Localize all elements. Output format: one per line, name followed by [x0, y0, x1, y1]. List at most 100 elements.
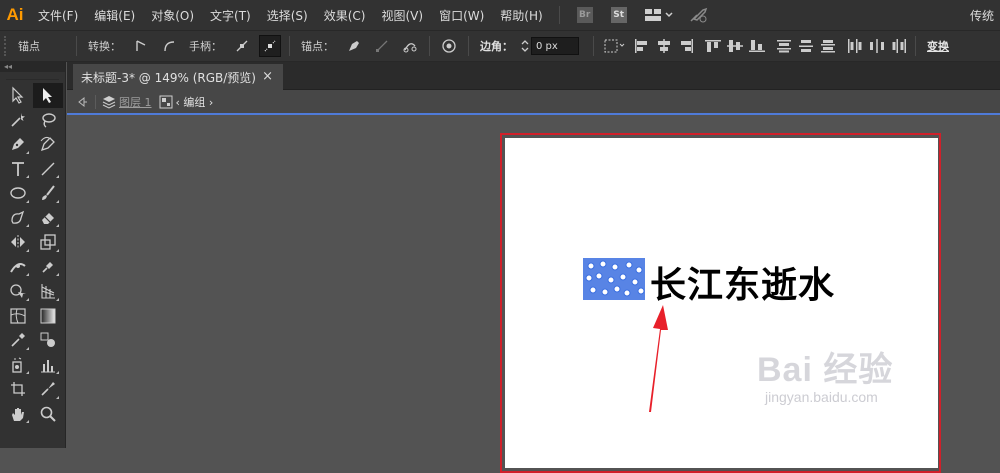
handles-label: 手柄：: [189, 40, 222, 53]
arrange-documents-button[interactable]: [642, 5, 676, 25]
convert-to-smooth-button[interactable]: [158, 35, 180, 57]
hide-handles-button[interactable]: [259, 35, 281, 57]
document-tab[interactable]: 未标题-3* @ 149% (RGB/预览) ×: [73, 64, 283, 90]
align-top-icon[interactable]: [705, 39, 721, 53]
width-tool[interactable]: [3, 255, 33, 280]
handles-icon: [236, 40, 248, 52]
isolate-object-button[interactable]: [438, 35, 460, 57]
curvature-pen-icon: [40, 137, 55, 152]
magic-wand-tool[interactable]: [3, 108, 33, 133]
smooth-point-icon: [164, 41, 175, 52]
menu-window[interactable]: 窗口(W): [431, 7, 492, 24]
convert-to-corner-button[interactable]: [130, 35, 152, 57]
align-to-button[interactable]: [602, 35, 628, 57]
corner-radius-input[interactable]: 0 px: [531, 37, 579, 55]
artboard-text[interactable]: 长江东逝水: [650, 256, 835, 308]
tool-group-indicator: [56, 248, 59, 252]
isolation-mode-bar: 图层 1 ‹ 编组 ›: [67, 90, 1000, 115]
align-horizontal-center-icon[interactable]: [656, 39, 672, 53]
hand-tool[interactable]: [3, 402, 33, 427]
hand-icon: [12, 407, 24, 421]
blend-tool[interactable]: [33, 328, 63, 353]
workspace-switcher[interactable]: 传统: [970, 0, 1000, 30]
back-arrow-icon[interactable]: [75, 95, 89, 109]
pen-icon: [12, 138, 24, 151]
distribute-horizontal-center-icon[interactable]: [869, 39, 885, 53]
mesh-tool[interactable]: [3, 304, 33, 329]
control-bar: 锚点 转换： 手柄： 锚点： 边角： 0 px 变换: [0, 30, 1000, 62]
scale-icon: [40, 234, 56, 250]
distribute-left-icon[interactable]: [847, 39, 863, 53]
perspective-grid-tool[interactable]: [33, 279, 63, 304]
column-graph-icon: [41, 359, 55, 373]
menu-object[interactable]: 对象(O): [143, 7, 202, 24]
tool-group-indicator: [26, 248, 29, 252]
document-tab-title: 未标题-3* @ 149% (RGB/预览): [81, 70, 256, 85]
align-bottom-icon[interactable]: [749, 39, 765, 53]
distribute-vertical-center-icon[interactable]: [798, 39, 814, 53]
gradient-tool[interactable]: [33, 304, 63, 329]
control-divider: [76, 36, 77, 56]
connect-anchors-button[interactable]: [371, 35, 393, 57]
lasso-tool[interactable]: [33, 108, 63, 133]
stock-button[interactable]: St: [608, 5, 630, 25]
ellipse-tool[interactable]: [3, 181, 33, 206]
tool-group-indicator: [26, 273, 29, 276]
menu-effect[interactable]: 效果(C): [316, 7, 374, 24]
direct-selection-tool[interactable]: [33, 83, 63, 108]
line-segment-tool[interactable]: [33, 157, 63, 182]
type-tool[interactable]: [3, 157, 33, 182]
tool-group-indicator: [56, 273, 59, 276]
curvature-tool[interactable]: [33, 132, 63, 157]
bridge-button[interactable]: Br: [574, 5, 596, 25]
distribute-top-icon[interactable]: [776, 39, 792, 53]
shaper-tool[interactable]: [3, 206, 33, 231]
layers-icon: [102, 95, 116, 109]
distribute-right-icon[interactable]: [891, 39, 907, 53]
align-left-icon[interactable]: [634, 39, 650, 53]
pin-icon: [42, 261, 53, 273]
paintbrush-tool[interactable]: [33, 181, 63, 206]
connect-path-icon: [376, 40, 388, 52]
breadcrumb-layer[interactable]: 图层 1: [116, 94, 155, 110]
tools-panel-collapse[interactable]: ◂◂: [0, 62, 65, 72]
align-to-selection-icon: [604, 39, 625, 53]
eyedropper-tool[interactable]: [3, 328, 33, 353]
menu-select[interactable]: 选择(S): [259, 7, 316, 24]
cut-path-button[interactable]: [399, 35, 421, 57]
close-icon[interactable]: ×: [262, 69, 273, 84]
control-bar-grip[interactable]: [4, 36, 12, 56]
transform-button[interactable]: 变换: [921, 38, 955, 54]
artboard[interactable]: 长江东逝水: [505, 138, 938, 468]
align-vertical-center-icon[interactable]: [727, 39, 743, 53]
tools-panel-grip[interactable]: [6, 72, 59, 80]
align-right-icon[interactable]: [678, 39, 694, 53]
menu-type[interactable]: 文字(T): [202, 7, 259, 24]
column-graph-tool[interactable]: [33, 353, 63, 378]
menu-view[interactable]: 视图(V): [373, 7, 431, 24]
scale-tool[interactable]: [33, 230, 63, 255]
slice-tool[interactable]: [33, 377, 63, 402]
reflect-tool[interactable]: [3, 230, 33, 255]
zoom-tool[interactable]: [33, 402, 63, 427]
artboard-tool[interactable]: [3, 377, 33, 402]
puppet-warp-tool[interactable]: [33, 255, 63, 280]
gpu-performance-button[interactable]: [688, 5, 710, 25]
breadcrumb-group[interactable]: ‹ 编组 ›: [173, 94, 217, 110]
distribute-bottom-icon[interactable]: [820, 39, 836, 53]
remove-anchor-button[interactable]: [343, 35, 365, 57]
shape-builder-tool[interactable]: [3, 279, 33, 304]
eraser-icon: [42, 212, 54, 224]
pen-tool[interactable]: [3, 132, 33, 157]
selection-tool[interactable]: [3, 83, 33, 108]
canvas-area[interactable]: 长江东逝水 Bai 经验 jingyan.baidu.com: [67, 117, 1000, 473]
symbol-sprayer-tool[interactable]: [3, 353, 33, 378]
menu-edit[interactable]: 编辑(E): [86, 7, 143, 24]
selected-glyph-anchors[interactable]: [583, 258, 648, 300]
corner-stepper[interactable]: [519, 35, 531, 57]
corner-point-icon: [136, 40, 146, 51]
menu-file[interactable]: 文件(F): [30, 7, 86, 24]
menu-help[interactable]: 帮助(H): [492, 7, 550, 24]
eraser-tool[interactable]: [33, 206, 63, 231]
show-handles-button[interactable]: [231, 35, 253, 57]
